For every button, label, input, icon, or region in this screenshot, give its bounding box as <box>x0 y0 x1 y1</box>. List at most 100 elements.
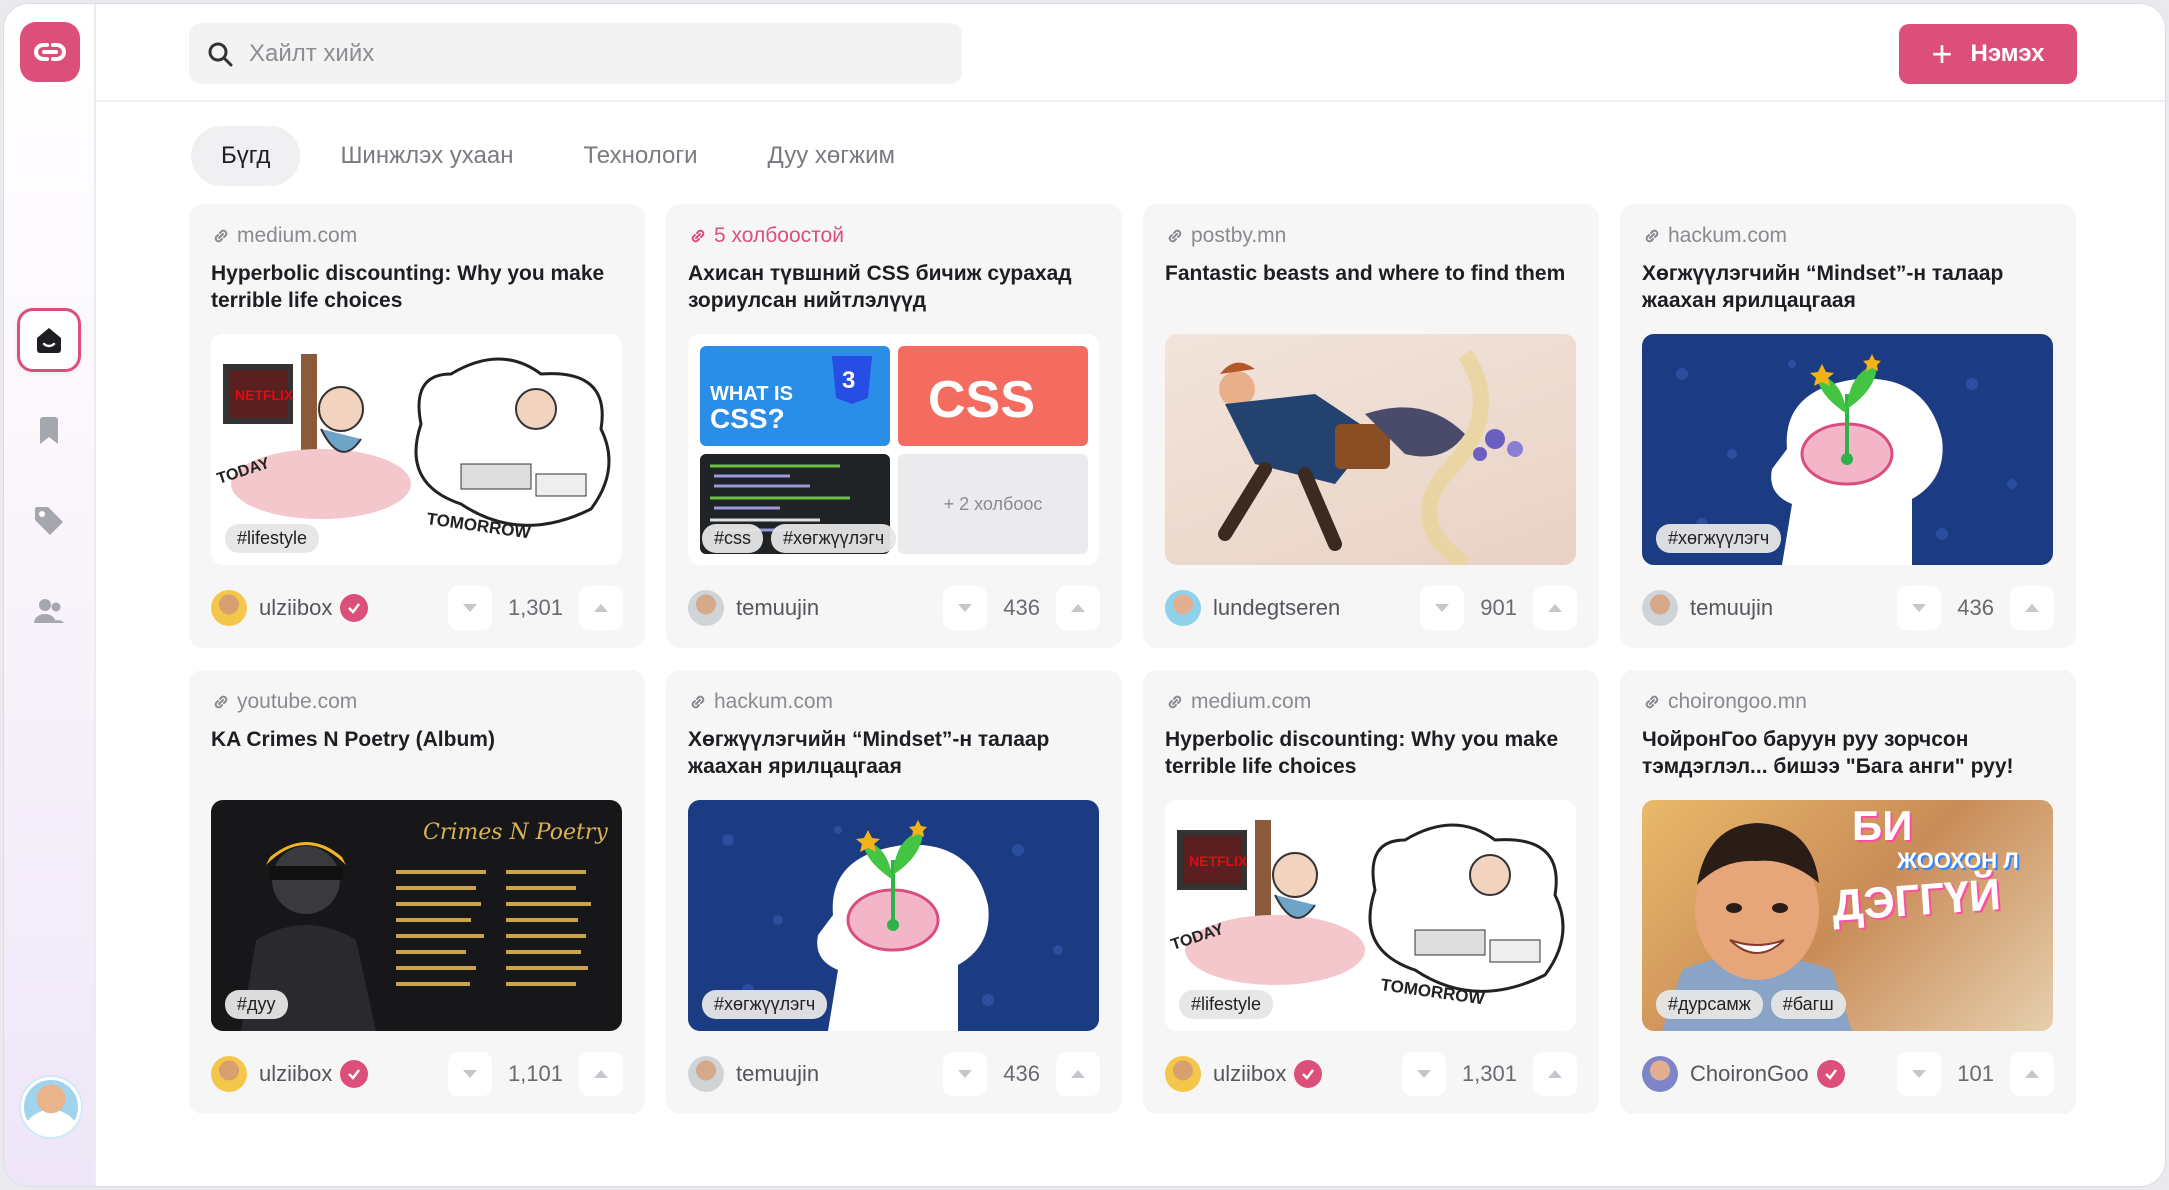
card-source[interactable]: medium.com <box>211 224 357 248</box>
avatar[interactable] <box>211 590 247 626</box>
username[interactable]: ulziibox <box>259 1061 332 1087</box>
tag-chip[interactable]: #хөгжүүлэгч <box>1656 524 1782 553</box>
tag-chip[interactable]: #дуу <box>225 990 288 1019</box>
tag-chip[interactable]: #lifestyle <box>225 524 320 553</box>
tag-list: #css #хөгжүүлэгч <box>702 524 904 553</box>
username[interactable]: ulziibox <box>1213 1061 1286 1087</box>
tag-chip[interactable]: #хөгжүүлэгч <box>702 990 828 1019</box>
upvote-button[interactable] <box>2010 586 2054 630</box>
card-thumbnail[interactable]: NETFLIX TODAY TOMORROW #lifestyle <box>211 334 622 565</box>
link-card[interactable]: medium.com Hyperbolic discounting: Why y… <box>1143 670 1599 1114</box>
card-thumbnail[interactable]: #хөгжүүлэгч <box>688 800 1099 1031</box>
card-source-text: postby.mn <box>1191 224 1287 247</box>
tag-chip[interactable]: #дурсамж <box>1656 990 1763 1019</box>
card-source[interactable]: hackum.com <box>1642 224 1787 248</box>
link-card[interactable]: hackum.com Хөгжүүлэгчийн “Mindset”-н тал… <box>1620 204 2076 648</box>
downvote-button[interactable] <box>1897 1052 1942 1096</box>
avatar[interactable] <box>688 1056 724 1092</box>
card-title[interactable]: Хөгжүүлэгчийн “Mindset”-н талаар жаахан … <box>1642 260 2062 314</box>
card-footer: temuujin 436 <box>688 1052 1100 1096</box>
link-card[interactable]: 5 холбоостой Ахисан түвшний CSS бичиж су… <box>666 204 1122 648</box>
tag-list: #хөгжүүлэгч <box>1656 524 1789 553</box>
tag-chip[interactable]: #хөгжүүлэгч <box>771 524 897 553</box>
avatar[interactable] <box>1165 590 1201 626</box>
card-title[interactable]: Hyperbolic discounting: Why you make ter… <box>211 260 631 314</box>
upvote-button[interactable] <box>1056 586 1100 630</box>
username[interactable]: temuujin <box>736 1061 819 1087</box>
downvote-button[interactable] <box>1420 586 1465 630</box>
card-thumbnail[interactable]: NETFLIX TODAY TOMORROW #lifestyle <box>1165 800 1576 1031</box>
card-thumbnail[interactable] <box>1165 334 1576 565</box>
upvote-button[interactable] <box>1533 1052 1577 1096</box>
card-thumbnail[interactable]: БИ ЖООХОН Л ДЭГГҮЙ #дурсамж #багш <box>1642 800 2053 1031</box>
link-card[interactable]: postby.mn Fantastic beasts and where to … <box>1143 204 1599 648</box>
card-source[interactable]: choirongoo.mn <box>1642 690 1807 714</box>
top-bar: + Нэмэх <box>96 4 2165 102</box>
link-card[interactable]: hackum.com Хөгжүүлэгчийн “Mindset”-н тал… <box>666 670 1122 1114</box>
card-title[interactable]: Fantastic beasts and where to find them <box>1165 260 1585 287</box>
card-title[interactable]: Ахисан түвшний CSS бичиж сурахад зориулс… <box>688 260 1108 314</box>
card-source[interactable]: 5 холбоостой <box>688 224 844 248</box>
chevron-down-icon <box>1912 1070 1927 1078</box>
upvote-button[interactable] <box>1533 586 1577 630</box>
tab-music[interactable]: Дуу хөгжим <box>737 126 925 186</box>
more-links-tile[interactable]: + 2 холбоос <box>898 454 1088 554</box>
card-source-text: hackum.com <box>1668 224 1788 247</box>
upvote-button[interactable] <box>579 586 623 630</box>
link-card[interactable]: medium.com Hyperbolic discounting: Why y… <box>189 204 645 648</box>
link-card[interactable]: choirongoo.mn ЧойронГоо баруун руу зорчс… <box>1620 670 2076 1114</box>
card-thumbnail[interactable]: #хөгжүүлэгч <box>1642 334 2053 565</box>
card-title[interactable]: ЧойронГоо баруун руу зорчсон тэмдэглэл..… <box>1642 726 2062 780</box>
nav-home-button[interactable] <box>17 308 81 372</box>
link-icon[interactable] <box>20 22 80 82</box>
chevron-down-icon <box>1912 604 1927 612</box>
card-thumbnail[interactable]: WHAT IS CSS? 3 CSS + 2 холбоос #css #хөг… <box>688 334 1099 565</box>
link-card[interactable]: youtube.com KA Crimes N Poetry (Album) C… <box>189 670 645 1114</box>
plus-icon: + <box>1931 33 1953 74</box>
avatar[interactable] <box>211 1056 247 1092</box>
nav-saved-button[interactable] <box>17 399 81 463</box>
users-icon <box>34 599 64 623</box>
card-title[interactable]: Hyperbolic discounting: Why you make ter… <box>1165 726 1585 780</box>
downvote-button[interactable] <box>1897 586 1942 630</box>
downvote-button[interactable] <box>447 1052 492 1096</box>
avatar[interactable] <box>1642 590 1678 626</box>
card-title[interactable]: KA Crimes N Poetry (Album) <box>211 726 631 753</box>
nav-users-button[interactable] <box>17 579 81 643</box>
upvote-button[interactable] <box>579 1052 623 1096</box>
downvote-button[interactable] <box>1401 1052 1446 1096</box>
upvote-button[interactable] <box>1056 1052 1100 1096</box>
card-source[interactable]: hackum.com <box>688 690 833 714</box>
username[interactable]: ChoironGoo <box>1690 1061 1809 1087</box>
avatar[interactable] <box>1165 1056 1201 1092</box>
avatar[interactable] <box>1642 1056 1678 1092</box>
profile-avatar[interactable] <box>21 1077 81 1137</box>
tab-all[interactable]: Бүгд <box>191 126 301 186</box>
username[interactable]: lundegtseren <box>1213 595 1340 621</box>
nav-tags-button[interactable] <box>17 489 81 553</box>
search-input[interactable] <box>249 39 929 68</box>
card-source[interactable]: youtube.com <box>211 690 357 714</box>
downvote-button[interactable] <box>447 586 492 630</box>
link-icon <box>1645 695 1659 709</box>
username[interactable]: ulziibox <box>259 595 332 621</box>
username[interactable]: temuujin <box>1690 595 1773 621</box>
downvote-button[interactable] <box>943 586 988 630</box>
avatar[interactable] <box>688 590 724 626</box>
tag-chip[interactable]: #lifestyle <box>1179 990 1274 1019</box>
card-footer: ulziibox 1,301 <box>211 586 623 630</box>
tab-technology[interactable]: Технологи <box>553 126 727 186</box>
card-source[interactable]: postby.mn <box>1165 224 1286 248</box>
username[interactable]: temuujin <box>736 595 819 621</box>
chevron-down-icon <box>958 1070 973 1078</box>
card-thumbnail[interactable]: Crimes N Poetry #дуу <box>211 800 622 1031</box>
upvote-button[interactable] <box>2010 1052 2054 1096</box>
tag-chip[interactable]: #багш <box>1770 990 1846 1019</box>
tab-science[interactable]: Шинжлэх ухаан <box>310 126 543 186</box>
card-source[interactable]: medium.com <box>1165 690 1311 714</box>
card-footer: temuujin 436 <box>1642 586 2054 630</box>
add-button[interactable]: + Нэмэх <box>1899 24 2077 84</box>
tag-chip[interactable]: #css <box>702 524 764 553</box>
downvote-button[interactable] <box>943 1052 988 1096</box>
card-title[interactable]: Хөгжүүлэгчийн “Mindset”-н талаар жаахан … <box>688 726 1108 780</box>
